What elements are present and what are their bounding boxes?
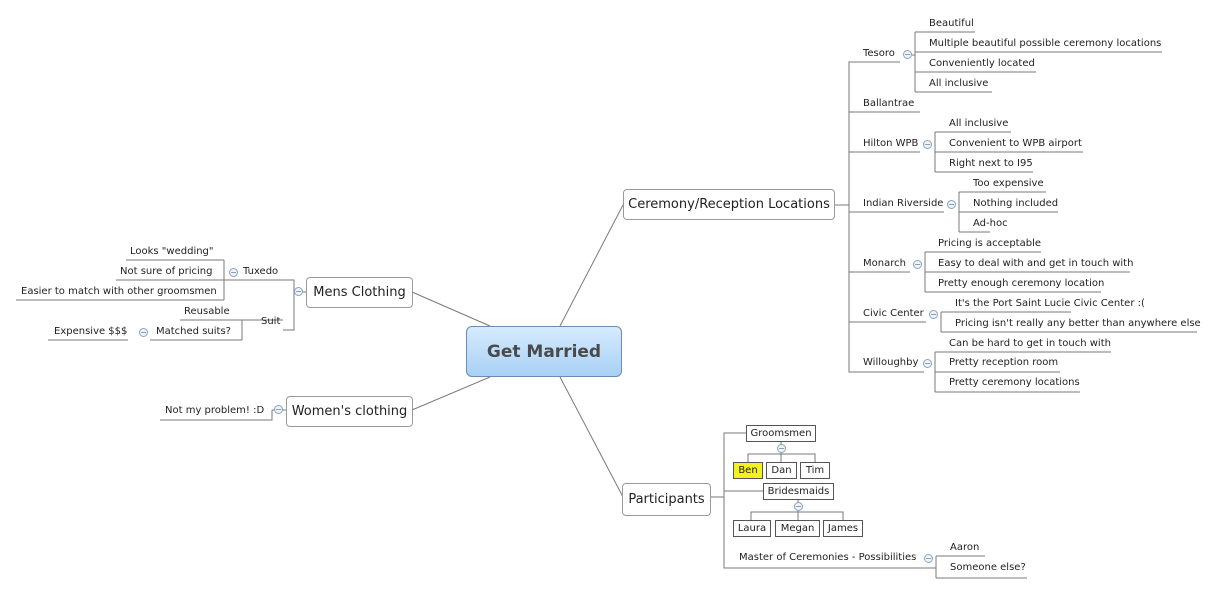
- willoughby-item[interactable]: Pretty reception room: [949, 357, 1058, 369]
- matched-suits[interactable]: Matched suits?: [156, 326, 231, 338]
- location-tesoro[interactable]: Tesoro: [863, 48, 895, 60]
- groomsman-box[interactable]: Dan: [766, 462, 797, 479]
- hilton-item[interactable]: Convenient to WPB airport: [949, 138, 1082, 150]
- collapse-icon[interactable]: −: [929, 310, 938, 319]
- tuxedo-item[interactable]: Not sure of pricing: [120, 266, 213, 278]
- groomsman-box[interactable]: Tim: [800, 462, 830, 479]
- location-indian-riverside[interactable]: Indian Riverside: [863, 198, 943, 210]
- mc-item[interactable]: Someone else?: [950, 562, 1026, 574]
- collapse-icon[interactable]: −: [923, 359, 932, 368]
- monarch-item[interactable]: Pricing is acceptable: [938, 238, 1041, 250]
- location-willoughby[interactable]: Willoughby: [863, 357, 918, 369]
- civic-item[interactable]: It's the Port Saint Lucie Civic Center :…: [955, 298, 1145, 310]
- willoughby-item[interactable]: Can be hard to get in touch with: [949, 338, 1111, 350]
- monarch-item[interactable]: Easy to deal with and get in touch with: [938, 258, 1133, 270]
- mens-tuxedo[interactable]: Tuxedo: [243, 266, 278, 278]
- suit-item[interactable]: Reusable: [184, 306, 230, 318]
- collapse-icon[interactable]: −: [947, 200, 956, 209]
- topic-locations[interactable]: Ceremony/Reception Locations: [623, 189, 835, 220]
- civic-item[interactable]: Pricing isn't really any better than any…: [955, 318, 1201, 330]
- bridesmaids-box[interactable]: Bridesmaids: [763, 483, 834, 500]
- tesoro-item[interactable]: All inclusive: [929, 78, 988, 90]
- collapse-icon[interactable]: −: [229, 268, 238, 277]
- tuxedo-item[interactable]: Easier to match with other groomsmen: [21, 286, 217, 298]
- indian-item[interactable]: Ad-hoc: [973, 218, 1008, 230]
- bridesmaid-box[interactable]: Laura: [733, 520, 771, 537]
- collapse-icon[interactable]: −: [913, 260, 922, 269]
- tuxedo-item[interactable]: Looks "wedding": [130, 246, 214, 258]
- mc-item[interactable]: Aaron: [950, 542, 979, 554]
- groomsmen-box[interactable]: Groomsmen: [746, 425, 816, 442]
- bridesmaid-box[interactable]: Megan: [775, 520, 820, 537]
- bridesmaid-box[interactable]: James: [823, 520, 863, 537]
- monarch-item[interactable]: Pretty enough ceremony location: [938, 278, 1104, 290]
- collapse-icon[interactable]: −: [294, 287, 303, 296]
- location-ballantrae[interactable]: Ballantrae: [863, 98, 914, 110]
- groomsman-box[interactable]: Ben: [733, 462, 763, 479]
- collapse-icon[interactable]: −: [777, 444, 786, 453]
- master-of-ceremonies[interactable]: Master of Ceremonies - Possibilities: [739, 552, 916, 564]
- indian-item[interactable]: Too expensive: [973, 178, 1044, 190]
- tesoro-item[interactable]: Conveniently located: [929, 58, 1035, 70]
- indian-item[interactable]: Nothing included: [973, 198, 1058, 210]
- location-hilton[interactable]: Hilton WPB: [863, 138, 918, 150]
- collapse-icon[interactable]: −: [139, 328, 148, 337]
- collapse-icon[interactable]: −: [903, 50, 912, 59]
- collapse-icon[interactable]: −: [924, 554, 933, 563]
- womens-item[interactable]: Not my problem! :D: [165, 405, 264, 417]
- location-monarch[interactable]: Monarch: [863, 258, 906, 270]
- collapse-icon[interactable]: −: [274, 405, 283, 414]
- matched-item[interactable]: Expensive $$$: [54, 326, 127, 338]
- willoughby-item[interactable]: Pretty ceremony locations: [949, 377, 1080, 389]
- mens-suit[interactable]: Suit: [261, 316, 280, 328]
- collapse-icon[interactable]: −: [923, 140, 932, 149]
- topic-participants[interactable]: Participants: [622, 483, 711, 516]
- hilton-item[interactable]: Right next to I95: [949, 158, 1033, 170]
- topic-womens-clothing[interactable]: Women's clothing: [286, 396, 413, 427]
- tesoro-item[interactable]: Multiple beautiful possible ceremony loc…: [929, 38, 1161, 50]
- hilton-item[interactable]: All inclusive: [949, 118, 1008, 130]
- collapse-icon[interactable]: −: [794, 502, 803, 511]
- location-civic-center[interactable]: Civic Center: [863, 308, 924, 320]
- topic-mens-clothing[interactable]: Mens Clothing: [306, 277, 413, 308]
- central-topic[interactable]: Get Married: [466, 326, 622, 377]
- tesoro-item[interactable]: Beautiful: [929, 18, 974, 30]
